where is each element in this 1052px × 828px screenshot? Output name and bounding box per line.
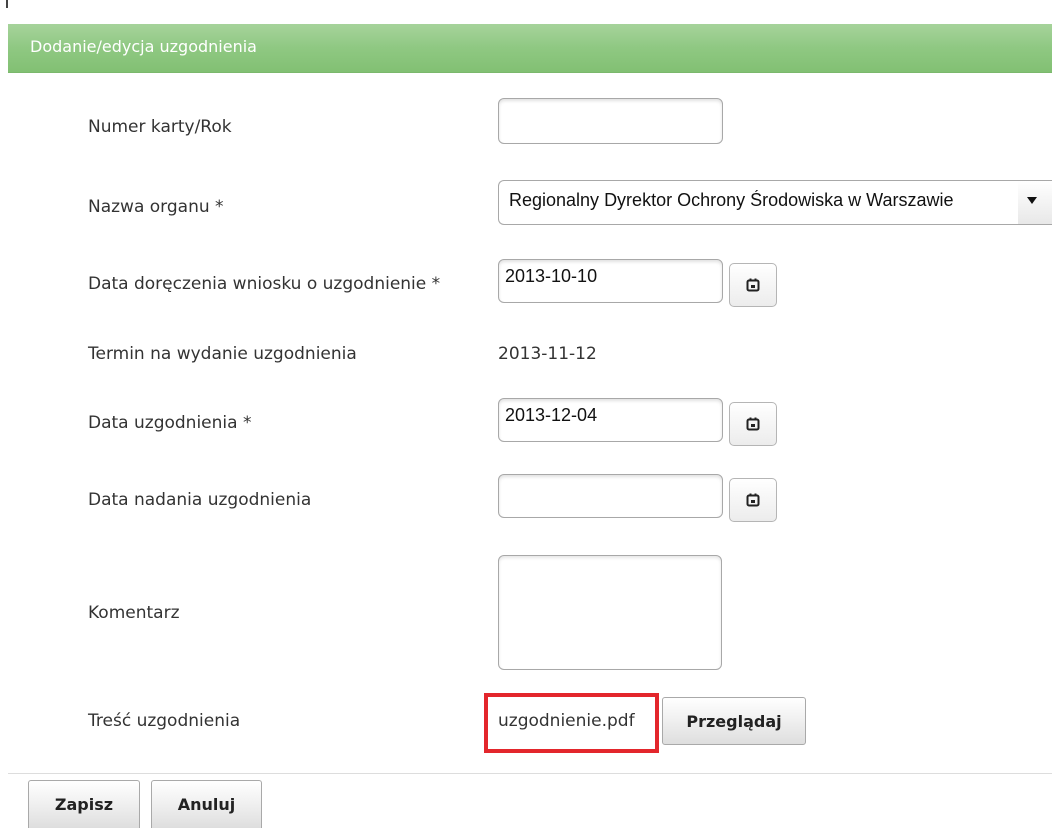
dialog-title: Dodanie/edycja uzgodnienia	[30, 37, 257, 56]
cancel-button[interactable]: Anuluj	[151, 780, 262, 828]
delivery-date-input[interactable]: 2013-10-10	[498, 259, 723, 303]
card-number-input[interactable]	[498, 98, 723, 144]
authority-name-label: Nazwa organu *	[88, 197, 224, 217]
calendar-icon	[746, 417, 760, 431]
agreement-date-input[interactable]: 2013-12-04	[498, 398, 723, 442]
deadline-value: 2013-11-12	[498, 344, 597, 364]
calendar-icon	[746, 278, 760, 292]
authority-name-select[interactable]: Regionalny Dyrektor Ochrony Środowiska w…	[498, 180, 1052, 225]
dispatch-date-calendar-button[interactable]	[729, 478, 777, 522]
calendar-icon	[746, 493, 760, 507]
deadline-label: Termin na wydanie uzgodnienia	[88, 344, 357, 364]
card-number-label: Numer karty/Rok	[88, 117, 232, 137]
browse-button[interactable]: Przeglądaj	[662, 697, 806, 745]
highlight-annotation	[484, 693, 659, 753]
window-edge-mark	[6, 0, 8, 8]
agreement-date-label: Data uzgodnienia *	[88, 413, 252, 433]
comment-textarea[interactable]	[498, 555, 722, 670]
dispatch-date-label: Data nadania uzgodnienia	[88, 490, 312, 510]
save-button[interactable]: Zapisz	[28, 780, 140, 828]
dispatch-date-input[interactable]	[498, 474, 723, 518]
authority-select-toggle[interactable]	[1018, 181, 1052, 224]
chevron-down-icon	[1027, 197, 1037, 204]
dialog-header: Dodanie/edycja uzgodnienia	[8, 24, 1052, 72]
content-label: Treść uzgodnienia	[88, 711, 241, 731]
agreement-date-calendar-button[interactable]	[729, 402, 777, 446]
delivery-date-calendar-button[interactable]	[729, 263, 777, 307]
comment-label: Komentarz	[88, 603, 180, 623]
delivery-date-label: Data doręczenia wniosku o uzgodnienie *	[88, 274, 441, 294]
footer-divider	[8, 773, 1052, 774]
authority-name-selected-value: Regionalny Dyrektor Ochrony Środowiska w…	[509, 190, 954, 210]
